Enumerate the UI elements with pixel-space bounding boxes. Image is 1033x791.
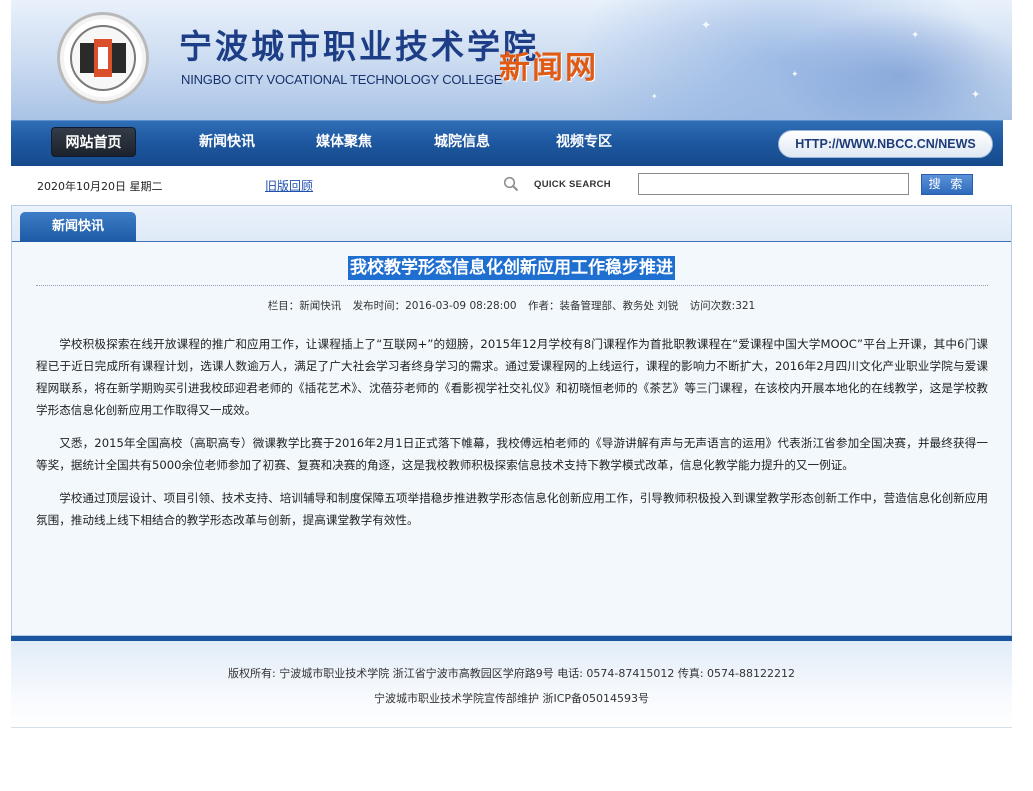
utility-bar: 2020年10月20日 星期二 旧版回顾 QUICK SEARCH 搜 索 bbox=[11, 166, 1012, 203]
footer-copyright: 版权所有: 宁波城市职业技术学院 浙江省宁波市高教园区学府路9号 电话: 057… bbox=[228, 667, 795, 680]
main-nav: 网站首页 新闻快讯 媒体聚焦 城院信息 视频专区 HTTP://WWW.NBCC… bbox=[11, 120, 1003, 166]
article-paragraph: 学校积极探索在线开放课程的推广和应用工作，让课程插上了“互联网+”的翅膀，201… bbox=[36, 337, 988, 417]
section-header: 新闻快讯 bbox=[12, 206, 1011, 242]
quick-search-label: QUICK SEARCH bbox=[534, 179, 611, 190]
current-date: 2020年10月20日 星期二 bbox=[37, 180, 163, 193]
sparkle-icon: ✦ bbox=[791, 70, 799, 80]
old-version-link[interactable]: 旧版回顾 bbox=[265, 177, 313, 194]
article-paragraph: 又悉，2015年全国高校（高职高专）微课教学比赛于2016年2月1日正式落下帷幕… bbox=[36, 436, 988, 472]
search-button[interactable]: 搜 索 bbox=[921, 174, 973, 195]
nav-item-video[interactable]: 视频专区 bbox=[544, 127, 624, 157]
nav-item-home[interactable]: 网站首页 bbox=[51, 127, 136, 157]
sparkle-icon: ✦ bbox=[911, 30, 920, 41]
search-input[interactable] bbox=[638, 173, 909, 195]
nav-item-media[interactable]: 媒体聚焦 bbox=[304, 127, 384, 157]
article-meta: 栏目：新闻快讯 发布时间：2016-03-09 08:28:00 作者：装备管理… bbox=[12, 298, 1011, 313]
article-title: 我校教学形态信息化创新应用工作稳步推进 bbox=[348, 256, 675, 280]
site-url-badge[interactable]: HTTP://WWW.NBCC.CN/NEWS bbox=[778, 130, 993, 158]
title-divider bbox=[36, 285, 988, 286]
page-footer: 版权所有: 宁波城市职业技术学院 浙江省宁波市高教园区学府路9号 电话: 057… bbox=[11, 641, 1012, 728]
meta-author: 作者：装备管理部、教务处 刘锐 bbox=[527, 300, 679, 312]
college-logo[interactable] bbox=[57, 12, 149, 104]
meta-column: 栏目：新闻快讯 bbox=[267, 300, 342, 312]
site-section-title: 新闻网 bbox=[499, 50, 598, 86]
article-title-row: 我校教学形态信息化创新应用工作稳步推进 bbox=[12, 256, 1011, 280]
nav-item-campus[interactable]: 城院信息 bbox=[422, 127, 502, 157]
magnifier-icon bbox=[503, 176, 519, 192]
site-name-en: NINGBO CITY VOCATIONAL TECHNOLOGY COLLEG… bbox=[181, 72, 503, 87]
page: ✦ ✦ ✦ ✦ ✦ 宁波城市职业技术学院 NINGBO CITY VOCATIO… bbox=[11, 0, 1012, 120]
nav-item-news[interactable]: 新闻快讯 bbox=[187, 127, 267, 157]
sparkle-icon: ✦ bbox=[971, 88, 981, 101]
article-body: 学校积极探索在线开放课程的推广和应用工作，让课程插上了“互联网+”的翅膀，201… bbox=[36, 333, 988, 542]
sparkle-icon: ✦ bbox=[651, 92, 658, 101]
article-paragraph: 学校通过顶层设计、项目引领、技术支持、培训辅导和制度保障五项举措稳步推进教学形态… bbox=[36, 491, 988, 527]
article-panel: 新闻快讯 我校教学形态信息化创新应用工作稳步推进 栏目：新闻快讯 发布时间：20… bbox=[11, 205, 1012, 636]
header-banner: ✦ ✦ ✦ ✦ ✦ 宁波城市职业技术学院 NINGBO CITY VOCATIO… bbox=[11, 0, 1012, 120]
section-tab-news[interactable]: 新闻快讯 bbox=[20, 212, 136, 242]
site-name-cn: 宁波城市职业技术学院 bbox=[179, 27, 539, 66]
meta-published: 发布时间：2016-03-09 08:28:00 bbox=[352, 300, 517, 312]
meta-views: 访问次数:321 bbox=[689, 300, 756, 312]
logo-mark bbox=[80, 39, 126, 77]
sparkle-icon: ✦ bbox=[701, 18, 712, 32]
footer-maintainer: 宁波城市职业技术学院宣传部维护 浙ICP备05014593号 bbox=[373, 692, 650, 705]
